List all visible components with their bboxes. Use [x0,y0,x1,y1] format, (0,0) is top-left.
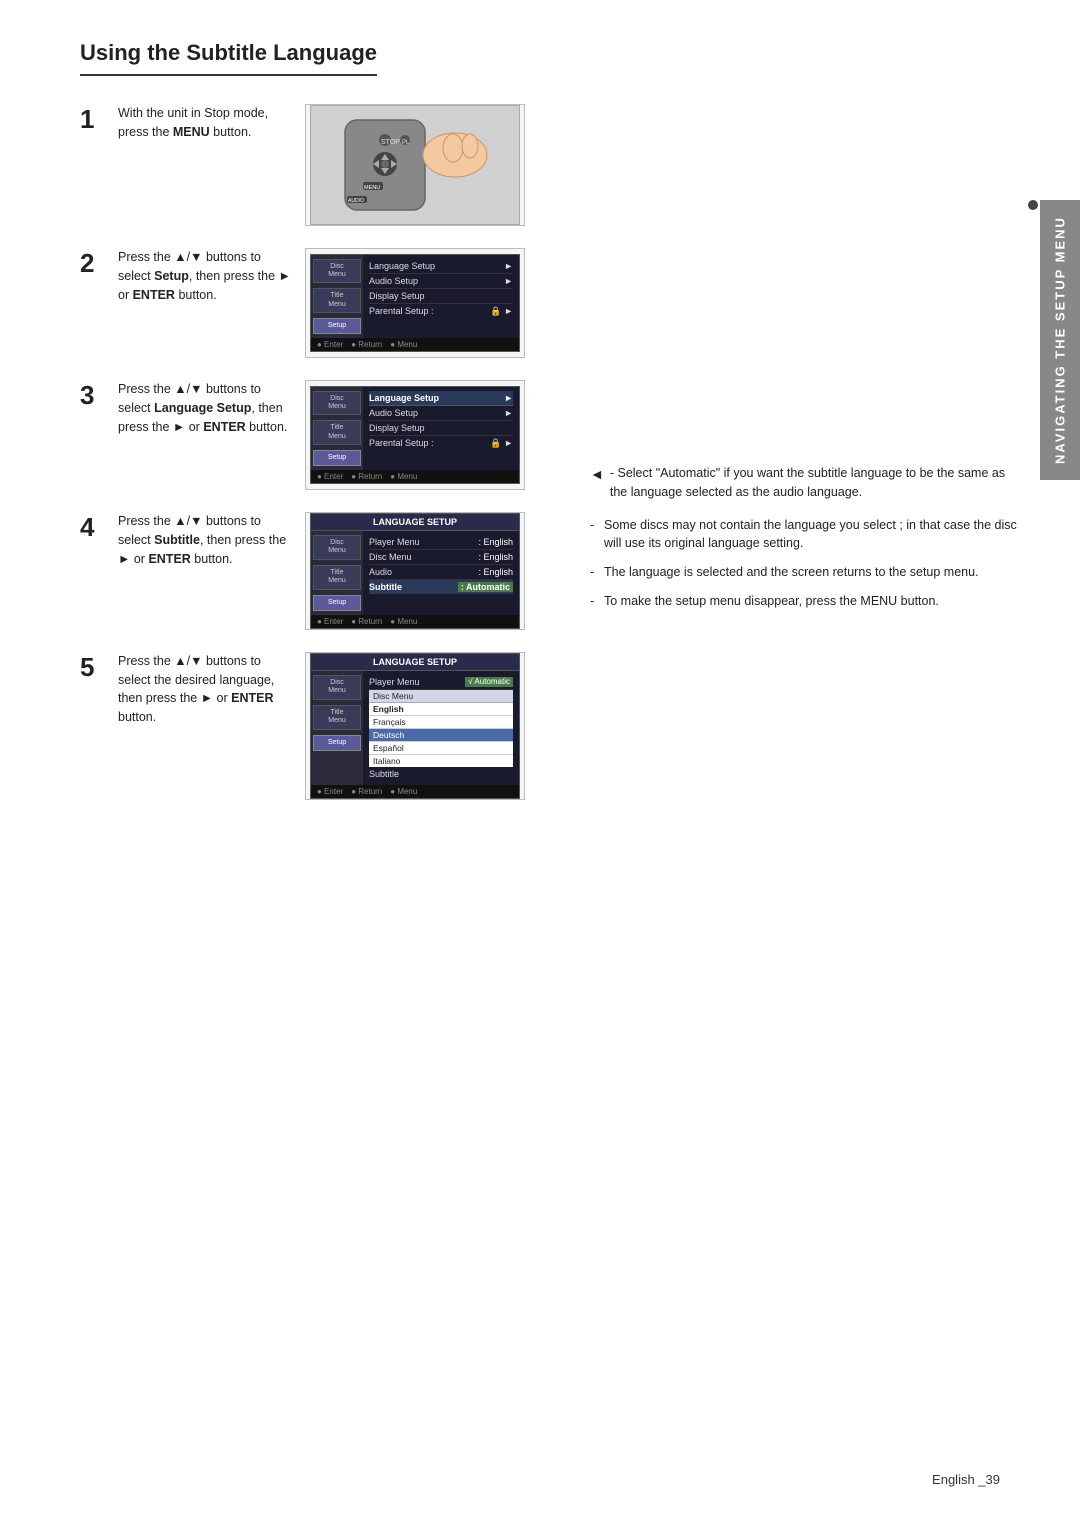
arrow-icon: ◄ [590,464,604,485]
page-footer: English _39 [932,1472,1000,1487]
note-item-1: Some discs may not contain the language … [590,516,1020,554]
svg-text:STOP: STOP [381,139,400,146]
page-number: English _39 [932,1472,1000,1487]
step-3-text: Press the ▲/▼ buttons to select Language… [118,380,293,436]
svg-text:MENU: MENU [364,185,380,191]
step-3: 3 Press the ▲/▼ buttons to select Langua… [80,380,570,490]
steps-column: 1 With the unit in Stop mode, press the … [80,104,570,822]
step-2-text: Press the ▲/▼ buttons to select Setup, t… [118,248,293,304]
page-title: Using the Subtitle Language [80,40,377,76]
notes-list: Some discs may not contain the language … [590,516,1020,611]
svg-text:AUDIO: AUDIO [348,198,364,204]
step-5-text: Press the ▲/▼ buttons to select the desi… [118,652,293,727]
step-1-text: With the unit in Stop mode, press the ME… [118,104,293,142]
step-4-text: Press the ▲/▼ buttons to select Subtitle… [118,512,293,568]
sidebar-tab: NAVIGATING THE SETUP MENU [1040,200,1080,480]
step-5-content: Press the ▲/▼ buttons to select the desi… [118,652,570,800]
step-3-image: DiscMenu TitleMenu Setup Language Setup► [305,380,525,490]
sidebar-tab-label: NAVIGATING THE SETUP MENU [1053,216,1068,464]
step-4-image: LANGUAGE SETUP DiscMenu TitleMenu Setup [305,512,525,630]
step-4-content: Press the ▲/▼ buttons to select Subtitle… [118,512,570,630]
notes-column: ◄ - Select "Automatic" if you want the s… [590,464,1020,621]
step-number-5: 5 [80,654,108,680]
main-note-text: - Select "Automatic" if you want the sub… [610,464,1020,502]
svg-text:PL: PL [402,140,410,146]
page-container: Using the Subtitle Language 1 With the u… [0,0,1080,1527]
step-1-content: With the unit in Stop mode, press the ME… [118,104,570,226]
step-1-image: STOP PL [305,104,525,226]
step-4: 4 Press the ▲/▼ buttons to select Subtit… [80,512,570,630]
main-note: ◄ - Select "Automatic" if you want the s… [590,464,1020,502]
step-5-image: LANGUAGE SETUP DiscMenu TitleMenu Setup [305,652,525,800]
note-item-2: The language is selected and the screen … [590,563,1020,582]
step-number-4: 4 [80,514,108,540]
step-3-content: Press the ▲/▼ buttons to select Language… [118,380,570,490]
sidebar-tab-dot [1028,200,1038,210]
step-2: 2 Press the ▲/▼ buttons to select Setup,… [80,248,570,358]
note-item-3: To make the setup menu disappear, press … [590,592,1020,611]
step-2-image: DiscMenu TitleMenu Setup Language Setup► [305,248,525,358]
step-number-2: 2 [80,250,108,276]
step-5: 5 Press the ▲/▼ buttons to select the de… [80,652,570,800]
step-2-content: Press the ▲/▼ buttons to select Setup, t… [118,248,570,358]
step-number-3: 3 [80,382,108,408]
step-1: 1 With the unit in Stop mode, press the … [80,104,570,226]
step-number-1: 1 [80,106,108,132]
